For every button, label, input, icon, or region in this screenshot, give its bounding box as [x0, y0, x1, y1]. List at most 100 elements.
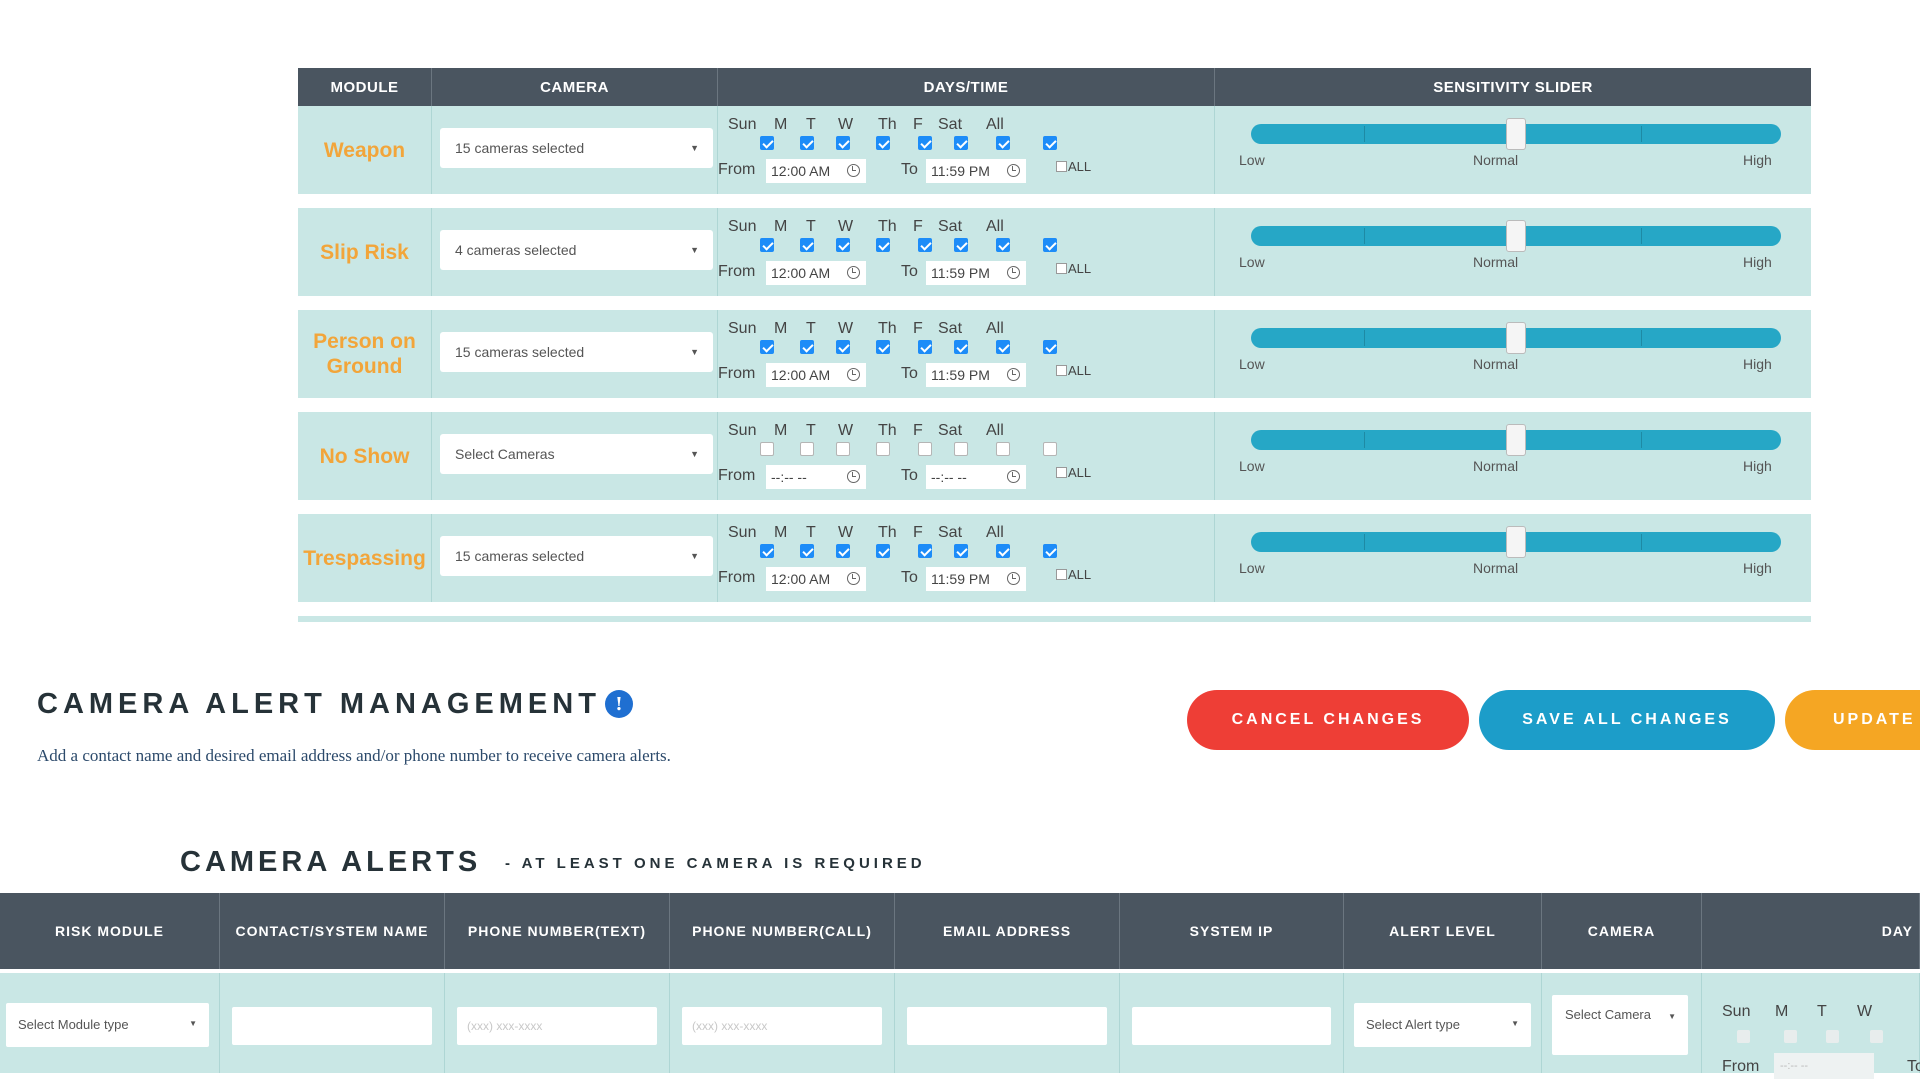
camera-select[interactable]: Select Camera ▼: [1552, 995, 1688, 1055]
day-checkbox[interactable]: [996, 442, 1010, 456]
day-checkbox[interactable]: [876, 238, 890, 252]
update-button[interactable]: UPDATE: [1785, 690, 1920, 750]
phone-call-input[interactable]: (xxx) xxx-xxxx: [682, 1007, 882, 1045]
slider-high-label: High: [1743, 458, 1772, 474]
day-checkbox[interactable]: [1043, 442, 1057, 456]
day-checkbox[interactable]: [996, 238, 1010, 252]
day-checkbox[interactable]: [954, 238, 968, 252]
all-times-checkbox[interactable]: ALL: [1056, 261, 1091, 276]
to-time-input[interactable]: 11:59 PM: [926, 567, 1026, 591]
day-checkbox[interactable]: [876, 136, 890, 150]
sensitivity-slider[interactable]: [1251, 424, 1781, 456]
caret-down-icon: ▼: [690, 245, 699, 255]
day-checkbox[interactable]: [918, 340, 932, 354]
day-checkbox[interactable]: [836, 340, 850, 354]
day-checkbox[interactable]: [918, 136, 932, 150]
from-time-input[interactable]: 12:00 AM: [766, 159, 866, 183]
from-time-input[interactable]: 12:00 AM: [766, 261, 866, 285]
day-checkbox[interactable]: [800, 238, 814, 252]
day-checkbox[interactable]: [954, 442, 968, 456]
day-checkbox[interactable]: [1870, 1030, 1883, 1043]
risk-module-select[interactable]: Select Module type ▼: [6, 1003, 209, 1047]
day-checkbox[interactable]: [954, 544, 968, 558]
all-times-checkbox[interactable]: ALL: [1056, 567, 1091, 582]
camera-select[interactable]: 15 cameras selected ▼: [440, 536, 713, 576]
system-ip-input[interactable]: [1132, 1007, 1331, 1045]
contact-name-input[interactable]: [232, 1007, 432, 1045]
from-time-input[interactable]: --:-- --: [1774, 1053, 1874, 1079]
day-checkbox[interactable]: [836, 544, 850, 558]
day-checkbox[interactable]: [760, 136, 774, 150]
camera-select-value: Select Cameras: [455, 446, 555, 462]
email-input[interactable]: [907, 1007, 1107, 1045]
day-checkbox[interactable]: [760, 238, 774, 252]
day-checkbox[interactable]: [1043, 340, 1057, 354]
all-times-checkbox[interactable]: ALL: [1056, 159, 1091, 174]
camera-select[interactable]: 4 cameras selected ▼: [440, 230, 713, 270]
day-checkbox[interactable]: [1043, 544, 1057, 558]
slider-thumb[interactable]: [1506, 424, 1526, 456]
module-row: No Show Select Cameras ▼ Sun M T W Th F Sat All…: [298, 412, 1811, 500]
slider-thumb[interactable]: [1506, 118, 1526, 150]
from-time-input[interactable]: --:-- --: [766, 465, 866, 489]
all-times-label: ALL: [1068, 363, 1092, 378]
sensitivity-slider[interactable]: [1251, 526, 1781, 558]
camera-select[interactable]: 15 cameras selected ▼: [440, 128, 713, 168]
day-label: F: [913, 422, 923, 439]
sensitivity-slider[interactable]: [1251, 220, 1781, 252]
to-time-input[interactable]: --:-- --: [926, 465, 1026, 489]
day-checkbox[interactable]: [836, 136, 850, 150]
day-checkbox[interactable]: [836, 238, 850, 252]
day-checkbox[interactable]: [954, 136, 968, 150]
info-icon[interactable]: !: [605, 690, 633, 718]
slider-thumb[interactable]: [1506, 322, 1526, 354]
day-label: All: [986, 422, 1004, 439]
day-checkbox[interactable]: [760, 544, 774, 558]
day-checkbox[interactable]: [1043, 238, 1057, 252]
day-checkbox[interactable]: [918, 544, 932, 558]
all-times-checkbox[interactable]: ALL: [1056, 363, 1091, 378]
days-time-cell: Sun M T W Th F Sat All From 12:00 AM To 11:59 P…: [718, 106, 1215, 194]
cancel-changes-button[interactable]: CANCEL CHANGES: [1187, 690, 1469, 750]
day-checkbox[interactable]: [876, 544, 890, 558]
day-label: Th: [878, 524, 897, 541]
time-range: From 12:00 AM To 11:59 PM ALL: [718, 363, 1214, 387]
to-label: To: [1907, 1058, 1920, 1075]
day-checkbox[interactable]: [760, 442, 774, 456]
day-checkbox[interactable]: [1784, 1030, 1797, 1043]
to-time-input[interactable]: 11:59 PM: [926, 159, 1026, 183]
clock-icon: [1007, 572, 1020, 585]
from-time-input[interactable]: 12:00 AM: [766, 363, 866, 387]
day-checkbox[interactable]: [1043, 136, 1057, 150]
phone-text-input[interactable]: (xxx) xxx-xxxx: [457, 1007, 657, 1045]
day-checkbox[interactable]: [876, 340, 890, 354]
day-checkbox[interactable]: [800, 340, 814, 354]
slider-thumb[interactable]: [1506, 526, 1526, 558]
day-checkbox[interactable]: [996, 136, 1010, 150]
day-checkbox[interactable]: [918, 442, 932, 456]
to-time-input[interactable]: 11:59 PM: [926, 363, 1026, 387]
slider-thumb[interactable]: [1506, 220, 1526, 252]
day-checkbox[interactable]: [800, 544, 814, 558]
to-time-input[interactable]: 11:59 PM: [926, 261, 1026, 285]
camera-select[interactable]: 15 cameras selected ▼: [440, 332, 713, 372]
from-time-input[interactable]: 12:00 AM: [766, 567, 866, 591]
day-checkbox[interactable]: [1826, 1030, 1839, 1043]
camera-select[interactable]: Select Cameras ▼: [440, 434, 713, 474]
day-checkbox[interactable]: [954, 340, 968, 354]
all-times-checkbox[interactable]: ALL: [1056, 465, 1091, 480]
caret-down-icon: ▼: [690, 143, 699, 153]
sensitivity-slider[interactable]: [1251, 118, 1781, 150]
day-checkbox[interactable]: [760, 340, 774, 354]
day-checkbox[interactable]: [918, 238, 932, 252]
day-checkbox[interactable]: [800, 136, 814, 150]
day-checkbox[interactable]: [996, 544, 1010, 558]
day-checkbox[interactable]: [996, 340, 1010, 354]
day-checkbox[interactable]: [836, 442, 850, 456]
day-checkbox[interactable]: [800, 442, 814, 456]
save-all-changes-button[interactable]: SAVE ALL CHANGES: [1479, 690, 1775, 750]
day-checkbox[interactable]: [1737, 1030, 1750, 1043]
sensitivity-slider[interactable]: [1251, 322, 1781, 354]
day-checkbox[interactable]: [876, 442, 890, 456]
alert-level-select[interactable]: Select Alert type ▼: [1354, 1003, 1531, 1047]
